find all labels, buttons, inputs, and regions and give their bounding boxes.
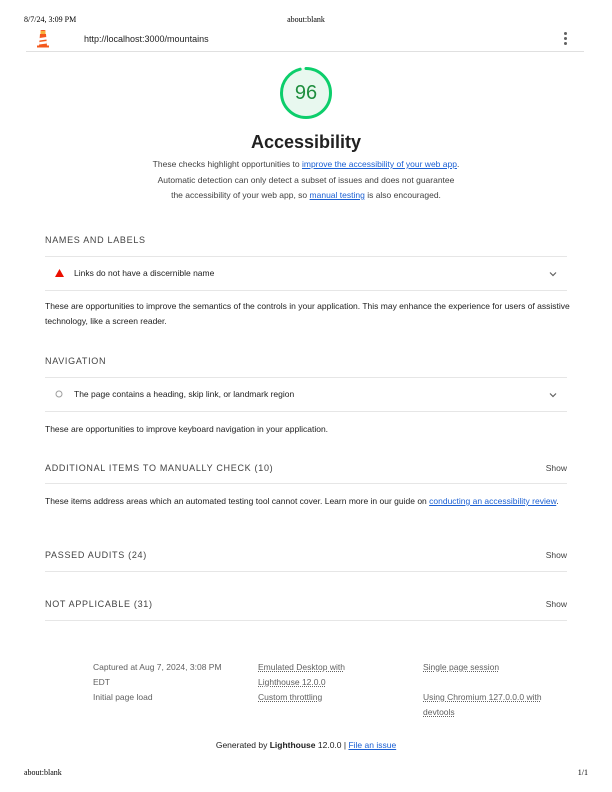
audit-title: Links do not have a discernible name — [74, 268, 215, 278]
print-header: 8/7/24, 3:09 PM about:blank — [24, 15, 588, 24]
more-options-icon[interactable] — [563, 32, 567, 46]
group-not-applicable: NOT APPLICABLE (31) Show — [45, 599, 567, 609]
show-not-applicable-button[interactable]: Show — [546, 599, 567, 609]
category-title: Accessibility — [250, 132, 362, 152]
fail-triangle-icon — [55, 269, 64, 277]
env-throttling: Custom throttling — [258, 692, 323, 702]
show-passed-button[interactable]: Show — [546, 550, 567, 560]
group-description: These are opportunities to improve keybo… — [45, 424, 329, 434]
audit-link-name[interactable]: Links do not have a discernible name — [45, 256, 567, 291]
env-captured: Captured at Aug 7, 2024, 3:08 PM EDT — [93, 662, 222, 687]
group-title: NOT APPLICABLE — [45, 599, 131, 609]
env-column-emulation: Emulated Desktop with Lighthouse 12.0.0 … — [258, 660, 378, 705]
divider — [45, 483, 567, 484]
group-title: ADDITIONAL ITEMS TO MANUALLY CHECK — [45, 463, 252, 473]
group-navigation: NAVIGATION — [45, 356, 567, 366]
manual-testing-link[interactable]: manual testing — [310, 190, 365, 200]
group-title: NAMES AND LABELS — [45, 235, 146, 245]
env-session: Single page session — [423, 662, 500, 672]
score-value: 96 — [294, 82, 318, 104]
group-title: NAVIGATION — [45, 356, 107, 366]
group-description: These are opportunities to improve the s… — [45, 301, 570, 326]
group-names-and-labels: NAMES AND LABELS — [45, 235, 567, 245]
report-footer: Generated by Lighthouse 12.0.0 | File an… — [215, 740, 397, 750]
accessibility-review-link[interactable]: conducting an accessibility review — [429, 496, 556, 506]
improve-accessibility-link[interactable]: improve the accessibility of your web ap… — [302, 159, 457, 169]
print-footer: about:blank 1/1 — [24, 768, 588, 777]
file-issue-link[interactable]: File an issue — [348, 740, 396, 750]
env-column-session: Single page session Using Chromium 127.0… — [423, 660, 543, 720]
group-title: PASSED AUDITS — [45, 550, 125, 560]
report-url[interactable]: http://localhost:3000/mountains — [84, 34, 209, 44]
audit-title: The page contains a heading, skip link, … — [74, 389, 295, 399]
group-count: (31) — [133, 599, 153, 609]
chevron-down-icon[interactable] — [549, 270, 557, 278]
lighthouse-brand: Lighthouse — [269, 740, 316, 750]
chevron-down-icon[interactable] — [549, 391, 557, 399]
env-browser: Using Chromium 127.0.0.0 with devtools — [423, 692, 542, 717]
print-title: about:blank — [287, 15, 325, 24]
env-load: Initial page load — [93, 692, 153, 702]
audit-landmark-region[interactable]: The page contains a heading, skip link, … — [45, 377, 567, 412]
env-column-capture: Captured at Aug 7, 2024, 3:08 PM EDT Ini… — [93, 660, 223, 705]
print-page-number: 1/1 — [577, 768, 588, 777]
lighthouse-logo-icon — [37, 30, 49, 48]
group-description: These items address areas which an autom… — [45, 496, 559, 506]
group-passed-audits: PASSED AUDITS (24) Show — [45, 550, 567, 560]
group-count: (10) — [254, 463, 274, 473]
divider — [45, 620, 567, 621]
env-emulated: Emulated Desktop with Lighthouse 12.0.0 — [258, 662, 345, 687]
group-count: (24) — [128, 550, 147, 560]
report-topbar: http://localhost:3000/mountains — [26, 28, 584, 52]
informative-circle-icon — [55, 390, 63, 398]
divider — [45, 571, 567, 572]
print-footer-url: about:blank — [24, 768, 62, 777]
show-manual-button[interactable]: Show — [546, 463, 567, 473]
group-manual-checks: ADDITIONAL ITEMS TO MANUALLY CHECK (10) … — [45, 463, 567, 473]
category-description: These checks highlight opportunities to … — [152, 159, 460, 200]
